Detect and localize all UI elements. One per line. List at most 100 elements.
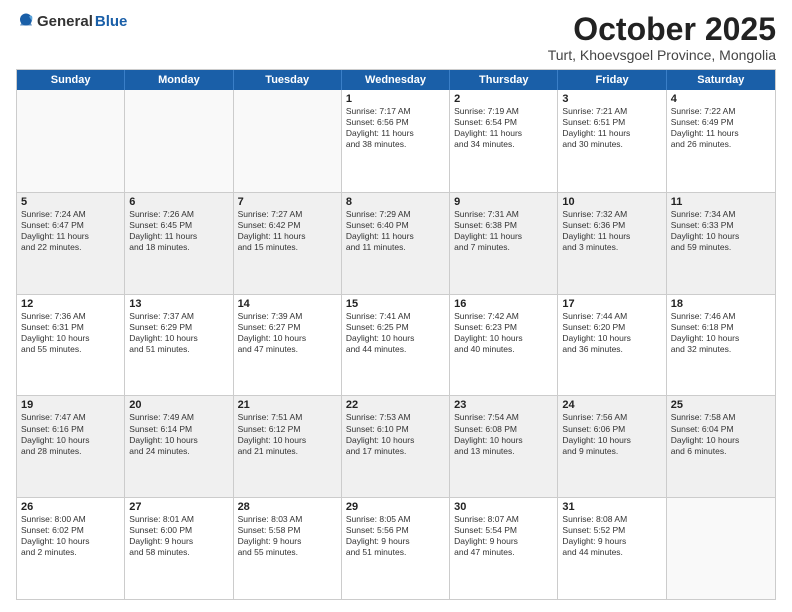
calendar-cell: 25Sunrise: 7:58 AM Sunset: 6:04 PM Dayli…	[667, 396, 775, 497]
calendar-cell	[234, 90, 342, 192]
location-subtitle: Turt, Khoevsgoel Province, Mongolia	[548, 47, 776, 63]
calendar-cell	[125, 90, 233, 192]
calendar-cell: 19Sunrise: 7:47 AM Sunset: 6:16 PM Dayli…	[17, 396, 125, 497]
calendar-body: 1Sunrise: 7:17 AM Sunset: 6:56 PM Daylig…	[17, 90, 775, 599]
day-number: 2	[454, 93, 553, 105]
day-number: 4	[671, 93, 771, 105]
day-number: 15	[346, 298, 445, 310]
calendar-cell: 3Sunrise: 7:21 AM Sunset: 6:51 PM Daylig…	[558, 90, 666, 192]
cell-daylight-info: Sunrise: 7:46 AM Sunset: 6:18 PM Dayligh…	[671, 311, 771, 355]
header-day-monday: Monday	[125, 70, 233, 90]
day-number: 23	[454, 399, 553, 411]
calendar: SundayMondayTuesdayWednesdayThursdayFrid…	[16, 69, 776, 600]
cell-daylight-info: Sunrise: 7:21 AM Sunset: 6:51 PM Dayligh…	[562, 106, 661, 150]
day-number: 20	[129, 399, 228, 411]
calendar-cell: 9Sunrise: 7:31 AM Sunset: 6:38 PM Daylig…	[450, 193, 558, 294]
day-number: 3	[562, 93, 661, 105]
day-number: 13	[129, 298, 228, 310]
logo-icon	[17, 12, 35, 30]
logo: General Blue	[16, 12, 127, 30]
cell-daylight-info: Sunrise: 7:56 AM Sunset: 6:06 PM Dayligh…	[562, 412, 661, 456]
calendar-cell: 10Sunrise: 7:32 AM Sunset: 6:36 PM Dayli…	[558, 193, 666, 294]
calendar-row-1: 5Sunrise: 7:24 AM Sunset: 6:47 PM Daylig…	[17, 192, 775, 294]
day-number: 14	[238, 298, 337, 310]
cell-daylight-info: Sunrise: 8:03 AM Sunset: 5:58 PM Dayligh…	[238, 514, 337, 558]
logo-blue-text: Blue	[95, 13, 128, 30]
page: General Blue October 2025 Turt, Khoevsgo…	[0, 0, 792, 612]
day-number: 11	[671, 196, 771, 208]
calendar-cell: 15Sunrise: 7:41 AM Sunset: 6:25 PM Dayli…	[342, 295, 450, 396]
cell-daylight-info: Sunrise: 7:27 AM Sunset: 6:42 PM Dayligh…	[238, 209, 337, 253]
calendar-row-3: 19Sunrise: 7:47 AM Sunset: 6:16 PM Dayli…	[17, 395, 775, 497]
calendar-header: SundayMondayTuesdayWednesdayThursdayFrid…	[17, 70, 775, 90]
header-day-tuesday: Tuesday	[234, 70, 342, 90]
day-number: 26	[21, 501, 120, 513]
day-number: 10	[562, 196, 661, 208]
calendar-cell: 26Sunrise: 8:00 AM Sunset: 6:02 PM Dayli…	[17, 498, 125, 599]
calendar-row-4: 26Sunrise: 8:00 AM Sunset: 6:02 PM Dayli…	[17, 497, 775, 599]
day-number: 24	[562, 399, 661, 411]
day-number: 22	[346, 399, 445, 411]
calendar-cell: 8Sunrise: 7:29 AM Sunset: 6:40 PM Daylig…	[342, 193, 450, 294]
cell-daylight-info: Sunrise: 8:00 AM Sunset: 6:02 PM Dayligh…	[21, 514, 120, 558]
day-number: 19	[21, 399, 120, 411]
day-number: 28	[238, 501, 337, 513]
title-block: October 2025 Turt, Khoevsgoel Province, …	[548, 12, 776, 63]
cell-daylight-info: Sunrise: 8:01 AM Sunset: 6:00 PM Dayligh…	[129, 514, 228, 558]
month-title: October 2025	[548, 12, 776, 47]
calendar-cell: 31Sunrise: 8:08 AM Sunset: 5:52 PM Dayli…	[558, 498, 666, 599]
cell-daylight-info: Sunrise: 7:32 AM Sunset: 6:36 PM Dayligh…	[562, 209, 661, 253]
day-number: 12	[21, 298, 120, 310]
cell-daylight-info: Sunrise: 7:54 AM Sunset: 6:08 PM Dayligh…	[454, 412, 553, 456]
cell-daylight-info: Sunrise: 7:44 AM Sunset: 6:20 PM Dayligh…	[562, 311, 661, 355]
cell-daylight-info: Sunrise: 7:37 AM Sunset: 6:29 PM Dayligh…	[129, 311, 228, 355]
calendar-row-0: 1Sunrise: 7:17 AM Sunset: 6:56 PM Daylig…	[17, 90, 775, 192]
cell-daylight-info: Sunrise: 7:53 AM Sunset: 6:10 PM Dayligh…	[346, 412, 445, 456]
calendar-cell	[667, 498, 775, 599]
cell-daylight-info: Sunrise: 7:34 AM Sunset: 6:33 PM Dayligh…	[671, 209, 771, 253]
calendar-cell: 27Sunrise: 8:01 AM Sunset: 6:00 PM Dayli…	[125, 498, 233, 599]
cell-daylight-info: Sunrise: 7:49 AM Sunset: 6:14 PM Dayligh…	[129, 412, 228, 456]
calendar-cell: 18Sunrise: 7:46 AM Sunset: 6:18 PM Dayli…	[667, 295, 775, 396]
cell-daylight-info: Sunrise: 7:31 AM Sunset: 6:38 PM Dayligh…	[454, 209, 553, 253]
calendar-cell: 13Sunrise: 7:37 AM Sunset: 6:29 PM Dayli…	[125, 295, 233, 396]
calendar-cell: 24Sunrise: 7:56 AM Sunset: 6:06 PM Dayli…	[558, 396, 666, 497]
calendar-cell: 29Sunrise: 8:05 AM Sunset: 5:56 PM Dayli…	[342, 498, 450, 599]
header: General Blue October 2025 Turt, Khoevsgo…	[16, 12, 776, 63]
calendar-cell: 14Sunrise: 7:39 AM Sunset: 6:27 PM Dayli…	[234, 295, 342, 396]
day-number: 21	[238, 399, 337, 411]
cell-daylight-info: Sunrise: 7:24 AM Sunset: 6:47 PM Dayligh…	[21, 209, 120, 253]
cell-daylight-info: Sunrise: 7:19 AM Sunset: 6:54 PM Dayligh…	[454, 106, 553, 150]
cell-daylight-info: Sunrise: 7:17 AM Sunset: 6:56 PM Dayligh…	[346, 106, 445, 150]
day-number: 29	[346, 501, 445, 513]
calendar-row-2: 12Sunrise: 7:36 AM Sunset: 6:31 PM Dayli…	[17, 294, 775, 396]
cell-daylight-info: Sunrise: 7:29 AM Sunset: 6:40 PM Dayligh…	[346, 209, 445, 253]
day-number: 25	[671, 399, 771, 411]
cell-daylight-info: Sunrise: 7:22 AM Sunset: 6:49 PM Dayligh…	[671, 106, 771, 150]
calendar-cell: 5Sunrise: 7:24 AM Sunset: 6:47 PM Daylig…	[17, 193, 125, 294]
calendar-cell: 7Sunrise: 7:27 AM Sunset: 6:42 PM Daylig…	[234, 193, 342, 294]
calendar-cell: 16Sunrise: 7:42 AM Sunset: 6:23 PM Dayli…	[450, 295, 558, 396]
calendar-cell	[17, 90, 125, 192]
cell-daylight-info: Sunrise: 7:41 AM Sunset: 6:25 PM Dayligh…	[346, 311, 445, 355]
day-number: 5	[21, 196, 120, 208]
cell-daylight-info: Sunrise: 8:05 AM Sunset: 5:56 PM Dayligh…	[346, 514, 445, 558]
cell-daylight-info: Sunrise: 7:36 AM Sunset: 6:31 PM Dayligh…	[21, 311, 120, 355]
cell-daylight-info: Sunrise: 7:58 AM Sunset: 6:04 PM Dayligh…	[671, 412, 771, 456]
calendar-cell: 17Sunrise: 7:44 AM Sunset: 6:20 PM Dayli…	[558, 295, 666, 396]
calendar-cell: 12Sunrise: 7:36 AM Sunset: 6:31 PM Dayli…	[17, 295, 125, 396]
calendar-cell: 11Sunrise: 7:34 AM Sunset: 6:33 PM Dayli…	[667, 193, 775, 294]
header-day-friday: Friday	[558, 70, 666, 90]
day-number: 6	[129, 196, 228, 208]
calendar-cell: 4Sunrise: 7:22 AM Sunset: 6:49 PM Daylig…	[667, 90, 775, 192]
day-number: 31	[562, 501, 661, 513]
day-number: 17	[562, 298, 661, 310]
calendar-cell: 1Sunrise: 7:17 AM Sunset: 6:56 PM Daylig…	[342, 90, 450, 192]
header-day-sunday: Sunday	[17, 70, 125, 90]
calendar-cell: 22Sunrise: 7:53 AM Sunset: 6:10 PM Dayli…	[342, 396, 450, 497]
calendar-cell: 2Sunrise: 7:19 AM Sunset: 6:54 PM Daylig…	[450, 90, 558, 192]
day-number: 9	[454, 196, 553, 208]
calendar-cell: 6Sunrise: 7:26 AM Sunset: 6:45 PM Daylig…	[125, 193, 233, 294]
day-number: 1	[346, 93, 445, 105]
header-day-wednesday: Wednesday	[342, 70, 450, 90]
